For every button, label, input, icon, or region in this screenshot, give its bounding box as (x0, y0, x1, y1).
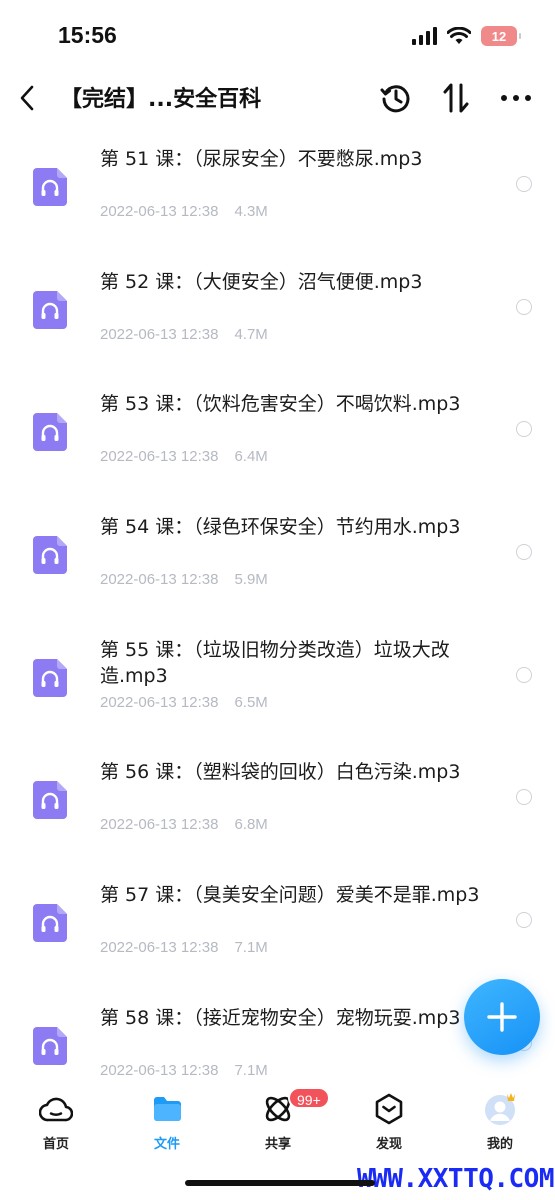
file-date: 2022-06-13 12:38 (100, 816, 219, 834)
file-meta: 2022-06-13 12:38 4.3M (100, 203, 268, 220)
file-size: 4.7M (234, 325, 268, 343)
battery-icon: 12 (481, 26, 521, 46)
file-date: 2022-06-13 12:38 (100, 1061, 219, 1079)
file-name: 第 52 课：（大便安全）沼气便便.mp3 (100, 270, 423, 293)
file-date: 2022-06-13 12:38 (100, 325, 219, 343)
file-item[interactable]: 第 52 课：（大便安全）沼气便便.mp3 2022-06-13 12:38 4.… (0, 255, 555, 378)
signal-icon (412, 27, 437, 45)
audio-file-icon (33, 290, 67, 329)
select-checkbox[interactable] (516, 421, 532, 438)
file-name: 第 54 课：（绿色环保安全）节约用水.mp3 (100, 516, 461, 539)
select-checkbox[interactable] (516, 912, 532, 929)
file-item[interactable]: 第 55 课：（垃圾旧物分类改造）垃圾大改造.mp3 2022-06-13 12… (0, 623, 555, 746)
status-time: 15:56 (58, 22, 117, 48)
history-icon (380, 85, 410, 113)
tab-share-label: 共享 (264, 1137, 291, 1152)
tab-files-label: 文件 (153, 1137, 180, 1152)
file-meta: 2022-06-13 12:38 7.1M (100, 1062, 268, 1079)
tab-discover-label: 发现 (375, 1137, 402, 1152)
tab-me[interactable]: 我的 (455, 1091, 545, 1152)
file-size: 7.1M (234, 1061, 268, 1079)
wifi-icon (447, 27, 471, 44)
watermark: WWW.XXTTQ.COM (357, 1164, 555, 1194)
battery-level: 12 (491, 28, 507, 44)
back-button[interactable] (12, 78, 42, 118)
audio-file-icon (33, 536, 67, 575)
select-checkbox[interactable] (516, 544, 532, 561)
sort-icon (443, 83, 469, 113)
file-size: 6.4M (234, 448, 268, 466)
tab-files[interactable]: 文件 (122, 1091, 212, 1152)
plus-icon (487, 1002, 517, 1032)
tab-bar: 首页 文件 共享 99+ 发现 我的 (0, 1085, 555, 1165)
file-name: 第 53 课：（饮料危害安全）不喝饮料.mp3 (100, 393, 461, 416)
folder-icon (149, 1091, 185, 1127)
share-badge: 99+ (288, 1087, 330, 1109)
audio-file-icon (33, 781, 67, 820)
file-item[interactable]: 第 51 课：（尿尿安全）不要憋尿.mp3 2022-06-13 12:38 4.… (0, 132, 555, 255)
select-checkbox[interactable] (516, 666, 532, 683)
file-date: 2022-06-13 12:38 (100, 203, 219, 220)
file-meta: 2022-06-13 12:38 6.4M (100, 448, 268, 465)
audio-file-icon (33, 658, 67, 697)
file-item[interactable]: 第 54 课：（绿色环保安全）节约用水.mp3 2022-06-13 12:38… (0, 500, 555, 623)
tab-me-label: 我的 (486, 1137, 513, 1152)
discover-icon (371, 1091, 407, 1127)
status-icons: 12 (412, 26, 521, 46)
status-bar: 15:56 12 (0, 0, 555, 74)
file-item[interactable]: 第 53 课：（饮料危害安全）不喝饮料.mp3 2022-06-13 12:38… (0, 377, 555, 500)
file-size: 5.9M (234, 571, 268, 589)
tab-home[interactable]: 首页 (11, 1091, 101, 1152)
file-date: 2022-06-13 12:38 (100, 571, 219, 589)
file-meta: 2022-06-13 12:38 5.9M (100, 571, 268, 588)
file-name: 第 56 课：（塑料袋的回收）白色污染.mp3 (100, 761, 461, 784)
nav-bar: 【完结】...安全百科 (0, 74, 555, 122)
select-checkbox[interactable] (516, 789, 532, 806)
select-checkbox[interactable] (516, 176, 532, 192)
select-checkbox[interactable] (516, 298, 532, 315)
audio-file-icon (33, 1026, 67, 1065)
file-list: 第 51 课：（尿尿安全）不要憋尿.mp3 2022-06-13 12:38 4.… (0, 132, 555, 1114)
audio-file-icon (33, 168, 67, 206)
file-meta: 2022-06-13 12:38 4.7M (100, 326, 268, 343)
page-title: 【完结】...安全百科 (60, 87, 262, 112)
file-date: 2022-06-13 12:38 (100, 939, 219, 957)
cloud-icon (38, 1091, 74, 1127)
file-size: 6.8M (234, 816, 268, 834)
avatar (482, 1091, 518, 1127)
back-icon (20, 85, 34, 111)
audio-file-icon (33, 413, 67, 452)
more-icon (501, 95, 531, 101)
file-meta: 2022-06-13 12:38 6.8M (100, 816, 268, 833)
nav-actions (377, 78, 535, 118)
file-date: 2022-06-13 12:38 (100, 693, 219, 711)
more-button[interactable] (497, 78, 535, 118)
tab-home-label: 首页 (42, 1137, 69, 1152)
file-name: 第 51 课：（尿尿安全）不要憋尿.mp3 (100, 148, 423, 170)
sort-button[interactable] (437, 78, 475, 118)
file-meta: 2022-06-13 12:38 6.5M (100, 694, 268, 711)
history-button[interactable] (377, 78, 415, 118)
file-name: 第 57 课：（臭美安全问题）爱美不是罪.mp3 (100, 884, 480, 907)
file-item[interactable]: 第 56 课：（塑料袋的回收）白色污染.mp3 2022-06-13 12:38… (0, 745, 555, 868)
file-size: 4.3M (234, 203, 268, 220)
file-name: 第 58 课：（接近宠物安全）宠物玩耍.mp3 (100, 1006, 461, 1029)
file-meta: 2022-06-13 12:38 7.1M (100, 939, 268, 956)
tab-discover[interactable]: 发现 (344, 1091, 434, 1152)
file-size: 7.1M (234, 939, 268, 957)
home-indicator (185, 1180, 375, 1186)
file-item[interactable]: 第 57 课：（臭美安全问题）爱美不是罪.mp3 2022-06-13 12:3… (0, 868, 555, 991)
file-date: 2022-06-13 12:38 (100, 448, 219, 466)
file-name: 第 55 课：（垃圾旧物分类改造）垃圾大改造.mp3 (100, 638, 450, 687)
file-size: 6.5M (234, 693, 268, 711)
add-button[interactable] (464, 979, 540, 1055)
audio-file-icon (33, 904, 67, 943)
